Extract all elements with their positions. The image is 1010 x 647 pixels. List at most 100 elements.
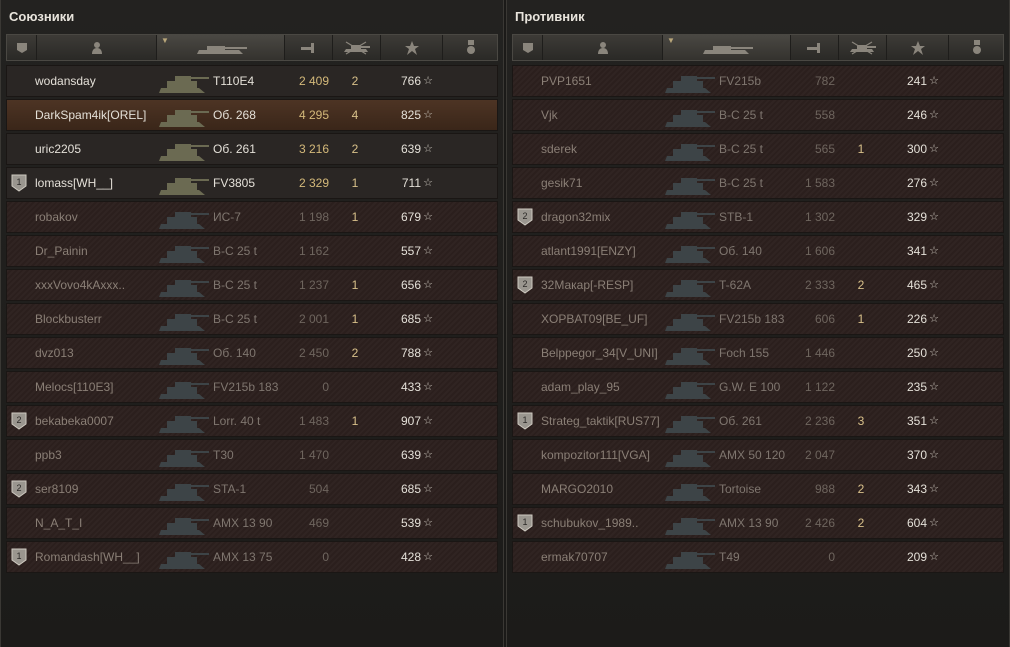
- player-row[interactable]: 1 Strateg_taktik[RUS77] Об. 261 2 236 3 351 ☆: [512, 405, 1004, 437]
- tank-silhouette-icon: [157, 440, 213, 470]
- player-row[interactable]: adam_play_95 G.W. E 100 1 122 235 ☆: [512, 371, 1004, 403]
- player-name[interactable]: Strateg_taktik[RUS77]: [541, 406, 671, 436]
- sort-vehicle-button[interactable]: ▼: [663, 35, 791, 60]
- player-row[interactable]: 1 lomass[WH__] FV3805 2 329 1 711 ☆: [6, 167, 498, 199]
- star-icon: ☆: [423, 381, 433, 393]
- player-row[interactable]: 1 Romandash[WH__] AMX 13 75 0 428 ☆: [6, 541, 498, 573]
- sort-medal-button[interactable]: [949, 35, 1004, 60]
- player-row[interactable]: 2 ser8109 STA-1 504 685 ☆: [6, 473, 498, 505]
- frags-value: 1: [351, 176, 359, 190]
- allies-list: wodansday T110E4 2 409 2 766 ☆ DarkSpam4ik[ORE…: [6, 65, 498, 575]
- damage-value: 565: [814, 142, 835, 156]
- player-name[interactable]: adam_play_95: [541, 372, 671, 402]
- player-row[interactable]: robakov ИС-7 1 198 1 679 ☆: [6, 201, 498, 233]
- player-name[interactable]: 32Макар[-RESP]: [541, 270, 671, 300]
- player-row[interactable]: Vjk B-C 25 t 558 246 ☆: [512, 99, 1004, 131]
- sort-medal-button[interactable]: [443, 35, 498, 60]
- sort-rank-button[interactable]: [513, 35, 543, 60]
- player-name[interactable]: XOPBAT09[BE_UF]: [541, 304, 671, 334]
- sort-frags-button[interactable]: [333, 35, 381, 60]
- player-name[interactable]: Blockbusterr: [35, 304, 165, 334]
- player-name[interactable]: robakov: [35, 202, 165, 232]
- player-row[interactable]: uric2205 Об. 261 3 216 2 639 ☆: [6, 133, 498, 165]
- player-row[interactable]: XOPBAT09[BE_UF] FV215b 183 606 1 226 ☆: [512, 303, 1004, 335]
- player-row[interactable]: 2 dragon32mix STB-1 1 302 329 ☆: [512, 201, 1004, 233]
- player-name[interactable]: xxxVovo4kAxxx..: [35, 270, 165, 300]
- sort-xp-button[interactable]: [381, 35, 443, 60]
- damage-value: 2 001: [298, 312, 329, 326]
- player-row[interactable]: ermak70707 T49 0 209 ☆: [512, 541, 1004, 573]
- player-name[interactable]: sderek: [541, 134, 671, 164]
- xp-value: 685: [400, 312, 421, 326]
- player-name[interactable]: Belppegor_34[V_UNI]: [541, 338, 671, 368]
- player-row[interactable]: atlant1991[ENZY] Об. 140 1 606 341 ☆: [512, 235, 1004, 267]
- player-row[interactable]: PVP1651 FV215b 782 241 ☆: [512, 65, 1004, 97]
- player-name[interactable]: PVP1651: [541, 66, 671, 96]
- tank-silhouette-icon: [663, 406, 719, 436]
- star-icon: ☆: [423, 449, 433, 461]
- player-name[interactable]: N_A_T_I: [35, 508, 165, 538]
- sort-player-button[interactable]: [37, 35, 157, 60]
- xp-value: 428: [400, 550, 421, 564]
- star-icon: ☆: [423, 279, 433, 291]
- tank-silhouette-icon: [663, 100, 719, 130]
- damage-value: 1 237: [298, 278, 329, 292]
- player-name[interactable]: kompozitor111[VGA]: [541, 440, 671, 470]
- player-name[interactable]: schubukov_1989..: [541, 508, 671, 538]
- sort-player-button[interactable]: [543, 35, 663, 60]
- player-name[interactable]: uric2205: [35, 134, 165, 164]
- player-row[interactable]: ppb3 T30 1 470 639 ☆: [6, 439, 498, 471]
- player-name[interactable]: gesik71: [541, 168, 671, 198]
- player-name[interactable]: DarkSpam4ik[OREL]: [35, 100, 165, 130]
- svg-text:2: 2: [16, 483, 21, 493]
- player-row[interactable]: Melocs[110E3] FV215b 183 0 433 ☆: [6, 371, 498, 403]
- player-name[interactable]: wodansday: [35, 66, 165, 96]
- player-row[interactable]: kompozitor111[VGA] AMX 50 120 2 047 370 ☆: [512, 439, 1004, 471]
- player-row[interactable]: Dr_Painin B-C 25 t1 162 557 ☆: [6, 235, 498, 267]
- player-name[interactable]: Dr_Painin: [35, 236, 165, 266]
- xp-value: 246: [906, 108, 927, 122]
- player-name[interactable]: dragon32mix: [541, 202, 671, 232]
- sort-rank-button[interactable]: [7, 35, 37, 60]
- player-row[interactable]: MARGO2010 Tortoise 988 2 343 ☆: [512, 473, 1004, 505]
- damage-value: 1 446: [804, 346, 835, 360]
- sort-vehicle-button[interactable]: ▼: [157, 35, 285, 60]
- player-row[interactable]: sderek B-C 25 t 565 1 300 ☆: [512, 133, 1004, 165]
- star-icon: ☆: [423, 551, 433, 563]
- player-row[interactable]: 1 schubukov_1989.. AMX 13 90 2 426 2 604 ☆: [512, 507, 1004, 539]
- tank-silhouette-icon: [157, 100, 213, 130]
- xp-value: 226: [906, 312, 927, 326]
- player-row[interactable]: wodansday T110E4 2 409 2 766 ☆: [6, 65, 498, 97]
- player-name[interactable]: lomass[WH__]: [35, 168, 165, 198]
- player-name[interactable]: atlant1991[ENZY]: [541, 236, 671, 266]
- damage-value: 0: [322, 550, 329, 564]
- sort-frags-button[interactable]: [839, 35, 887, 60]
- sort-xp-button[interactable]: [887, 35, 949, 60]
- damage-value: 2 333: [804, 278, 835, 292]
- player-row[interactable]: xxxVovo4kAxxx.. B-C 25 t1 237 1 656 ☆: [6, 269, 498, 301]
- player-row[interactable]: DarkSpam4ik[OREL] Об. 268 4 295 4 825 ☆: [6, 99, 498, 131]
- star-icon: ☆: [423, 347, 433, 359]
- enemies-list: PVP1651 FV215b 782 241 ☆ Vjk B-C 25 t 558 246 ☆ sd…: [512, 65, 1004, 575]
- player-row[interactable]: Blockbusterr B-C 25 t2 001 1 685 ☆: [6, 303, 498, 335]
- xp-value: 788: [400, 346, 421, 360]
- player-name[interactable]: bekabeka0007: [35, 406, 165, 436]
- enemies-panel: Противник ▼ PVP1651 FV215b 782 241 ☆ Vjk B-C 2…: [506, 0, 1010, 647]
- player-name[interactable]: ser8109: [35, 474, 165, 504]
- player-name[interactable]: MARGO2010: [541, 474, 671, 504]
- player-name[interactable]: Romandash[WH__]: [35, 542, 165, 572]
- sort-damage-button[interactable]: [285, 35, 333, 60]
- player-name[interactable]: ppb3: [35, 440, 165, 470]
- player-name[interactable]: ermak70707: [541, 542, 671, 572]
- sort-damage-button[interactable]: [791, 35, 839, 60]
- player-row[interactable]: Belppegor_34[V_UNI] Foch 155 1 446 250 ☆: [512, 337, 1004, 369]
- player-name[interactable]: Melocs[110E3]: [35, 372, 165, 402]
- player-row[interactable]: gesik71 B-C 25 t1 583 276 ☆: [512, 167, 1004, 199]
- player-name[interactable]: Vjk: [541, 100, 671, 130]
- player-row[interactable]: N_A_T_I AMX 13 90 469 539 ☆: [6, 507, 498, 539]
- damage-value: 0: [828, 550, 835, 564]
- player-row[interactable]: dvz013 Об. 140 2 450 2 788 ☆: [6, 337, 498, 369]
- player-name[interactable]: dvz013: [35, 338, 165, 368]
- player-row[interactable]: 2 32Макар[-RESP] T-62A 2 333 2 465 ☆: [512, 269, 1004, 301]
- player-row[interactable]: 2 bekabeka0007 Lorr. 40 t1 483 1 907 ☆: [6, 405, 498, 437]
